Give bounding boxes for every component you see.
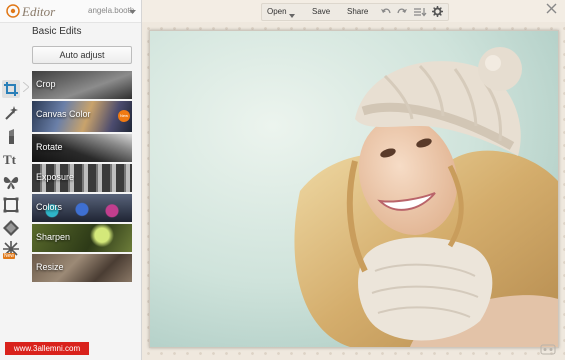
logo-icon: [6, 4, 20, 21]
text-icon[interactable]: Tt: [2, 150, 20, 168]
edit-label: Canvas Color: [36, 109, 91, 119]
active-tool-pointer-icon: [22, 81, 30, 95]
edit-label: Exposure: [36, 172, 75, 182]
redo-icon[interactable]: [396, 6, 408, 20]
app-title: Editor: [22, 4, 56, 19]
close-icon[interactable]: [546, 3, 557, 17]
chevron-down-icon[interactable]: [129, 6, 136, 18]
portrait-photo: [150, 31, 558, 347]
edit-rotate[interactable]: Rotate: [32, 134, 132, 162]
auto-adjust-button[interactable]: Auto adjust: [32, 46, 132, 64]
photo-canvas[interactable]: [149, 30, 559, 348]
edit-label: Rotate: [36, 142, 63, 152]
user-name[interactable]: angela.booth: [88, 6, 134, 15]
share-button[interactable]: Share: [347, 7, 368, 16]
resize-handle-icon[interactable]: [540, 343, 556, 358]
magic-wand-icon[interactable]: [2, 104, 20, 122]
save-button[interactable]: Save: [312, 7, 330, 16]
texture-icon[interactable]: [2, 219, 20, 237]
brand-bar: Editor angela.booth: [0, 0, 141, 23]
undo-icon[interactable]: [380, 6, 392, 20]
crop-icon[interactable]: [2, 80, 20, 98]
sidebar: Editor angela.booth Basic Edits Auto adj…: [0, 0, 142, 360]
edit-label: Crop: [36, 79, 56, 89]
edit-sharpen[interactable]: Sharpen: [32, 224, 132, 252]
edit-resize[interactable]: Resize: [32, 254, 132, 282]
watermark: www.3allemni.com: [5, 342, 89, 355]
open-button[interactable]: Open: [267, 7, 287, 16]
history-icon[interactable]: [413, 6, 427, 20]
new-badge: New: [118, 110, 130, 122]
edit-crop[interactable]: Crop: [32, 71, 132, 99]
panel-heading: Basic Edits: [32, 26, 82, 37]
lipstick-icon[interactable]: [2, 127, 20, 145]
settings-icon[interactable]: [432, 6, 443, 20]
tool-rail: Tt New: [0, 76, 22, 276]
edit-list: Crop Canvas Color New Rotate Exposure Co…: [32, 71, 132, 284]
new-badge: New: [3, 253, 16, 259]
butterfly-icon[interactable]: [2, 173, 20, 191]
frame-icon[interactable]: [2, 196, 20, 214]
top-toolbar: Open Save Share: [142, 0, 565, 22]
toolbar-group: Open Save Share: [261, 3, 449, 21]
edit-label: Sharpen: [36, 232, 71, 242]
edit-colors[interactable]: Colors: [32, 194, 132, 222]
edit-label: Colors: [36, 202, 63, 212]
edit-canvas-color[interactable]: Canvas Color New: [32, 101, 132, 132]
chevron-down-icon[interactable]: [289, 10, 295, 22]
edit-exposure[interactable]: Exposure: [32, 164, 132, 192]
svg-text:Tt: Tt: [3, 152, 17, 167]
edit-label: Resize: [36, 262, 64, 272]
